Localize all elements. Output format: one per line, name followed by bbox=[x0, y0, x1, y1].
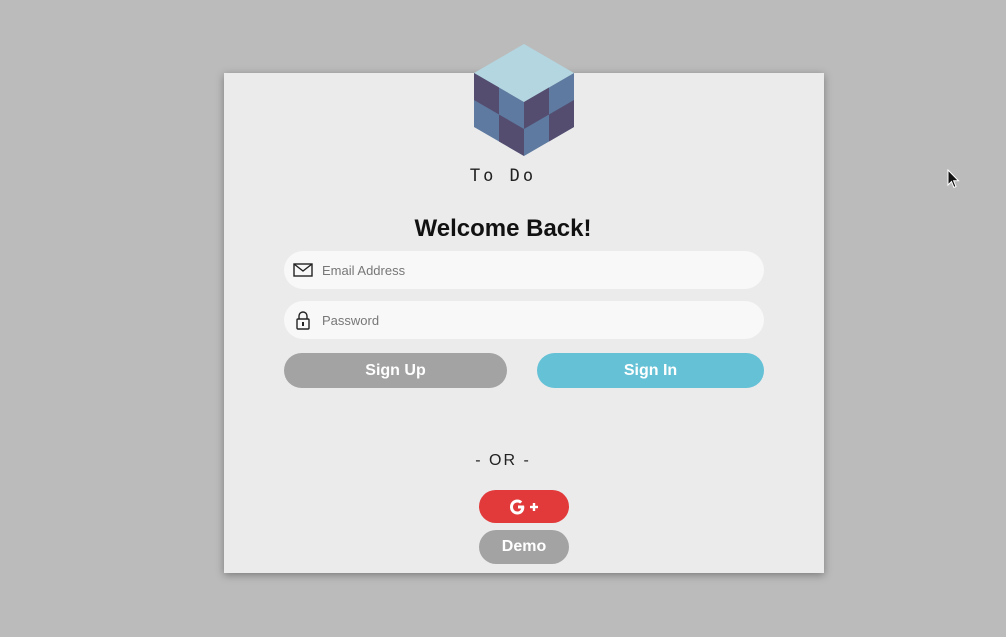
or-divider: - OR - bbox=[475, 452, 531, 469]
lock-icon bbox=[296, 311, 310, 330]
app-logo-text: To Do bbox=[469, 166, 537, 186]
mouse-cursor-icon bbox=[947, 169, 960, 189]
password-input[interactable] bbox=[322, 301, 742, 339]
sign-up-button[interactable]: Sign Up bbox=[284, 353, 507, 388]
password-field[interactable] bbox=[284, 301, 764, 339]
google-signin-button[interactable] bbox=[479, 490, 569, 523]
google-plus-icon bbox=[510, 499, 538, 515]
email-field[interactable] bbox=[284, 251, 764, 289]
envelope-icon bbox=[293, 263, 313, 277]
sign-in-button[interactable]: Sign In bbox=[537, 353, 764, 388]
cube-logo-icon bbox=[474, 44, 574, 156]
page-title: Welcome Back! bbox=[414, 215, 592, 242]
demo-button[interactable]: Demo bbox=[479, 530, 569, 564]
email-input[interactable] bbox=[322, 251, 742, 289]
